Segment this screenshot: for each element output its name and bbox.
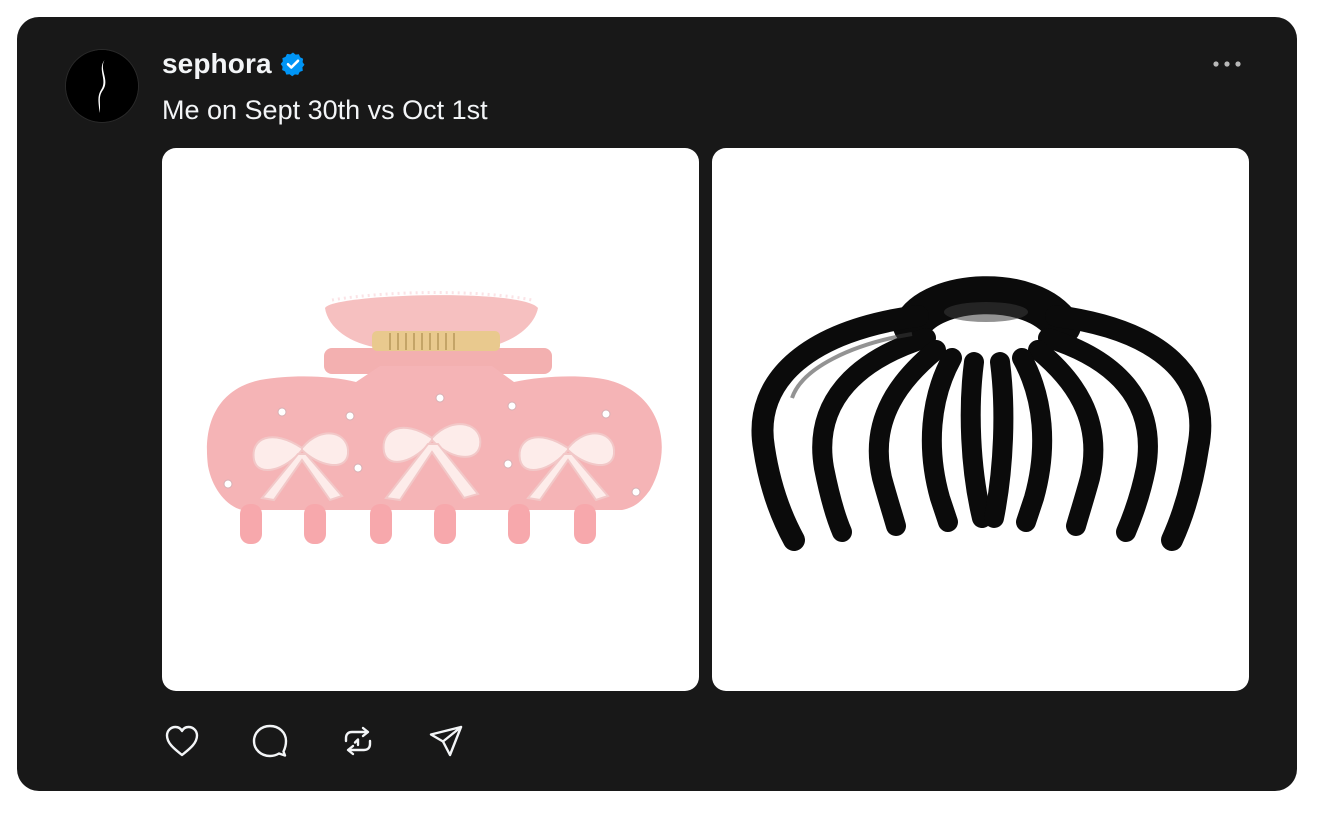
black-octopus-claw-clip-image: [751, 276, 1212, 551]
verified-badge-icon: [280, 51, 306, 77]
share-icon: [429, 725, 463, 757]
post-actions: [162, 721, 466, 761]
heart-icon: [165, 725, 199, 757]
post-card: sephora Me on Sept 30th vs Oct 1st: [17, 17, 1297, 791]
repost-icon: [344, 726, 372, 756]
more-horizontal-icon: [1213, 61, 1241, 67]
author-row: sephora: [162, 47, 306, 81]
sephora-logo-icon: [66, 50, 138, 122]
comment-icon: [252, 724, 288, 758]
more-options-button[interactable]: [1207, 51, 1247, 77]
media-carousel: [162, 148, 1249, 691]
repost-button[interactable]: [338, 721, 378, 761]
like-button[interactable]: [162, 721, 202, 761]
username[interactable]: sephora: [162, 48, 272, 80]
avatar[interactable]: [66, 50, 138, 122]
media-image-pink-claw-clip[interactable]: [162, 148, 699, 691]
share-button[interactable]: [426, 721, 466, 761]
reply-button[interactable]: [250, 721, 290, 761]
media-image-black-claw-clip[interactable]: [712, 148, 1249, 691]
pink-bow-claw-clip-image: [206, 291, 662, 544]
post-caption: Me on Sept 30th vs Oct 1st: [162, 95, 488, 125]
